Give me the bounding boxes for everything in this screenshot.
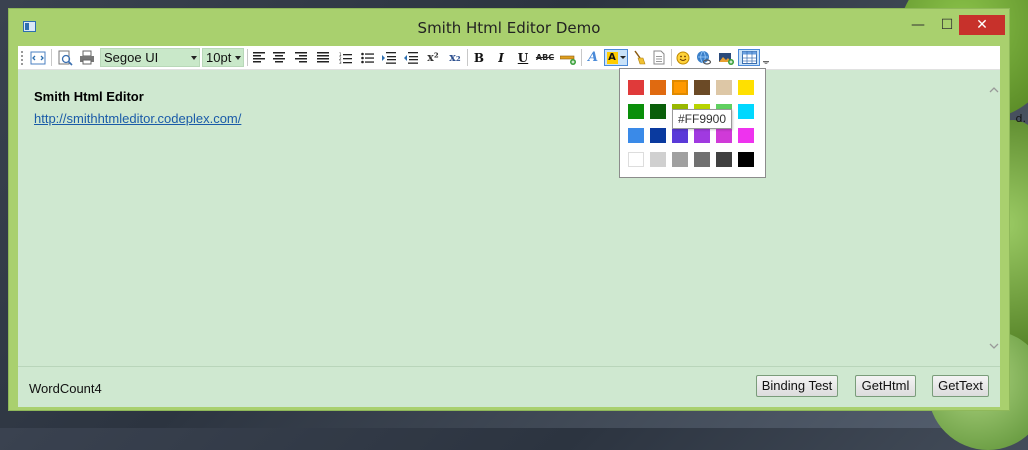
highlight-color-icon: A [606,51,618,64]
editor-hyperlink[interactable]: http://smithhtmleditor.codeplex.com/ [34,111,241,126]
toolbar-separator [51,49,52,66]
svg-text:3: 3 [339,60,342,64]
subscript-icon[interactable]: x₂ [446,49,464,66]
color-swatch[interactable] [628,104,644,119]
formatting-toolbar: Segoe UI 10pt 123 x² x₂ B I U ABC A A [18,46,1000,70]
print-icon[interactable] [76,49,98,66]
print-preview-icon[interactable] [54,49,76,66]
word-count-label: WordCount4 [29,381,102,396]
chevron-down-icon [191,56,197,60]
color-swatch[interactable] [716,128,732,143]
editor-content-area[interactable]: Smith Html Editor http://smithhtmleditor… [18,70,988,366]
bullet-list-icon[interactable] [358,49,376,66]
chevron-down-icon [235,56,241,60]
color-swatch[interactable] [694,128,710,143]
paste-text-icon[interactable] [650,49,668,66]
color-swatch[interactable] [650,104,666,119]
hyperlink-icon[interactable] [694,49,714,66]
insert-table-icon[interactable] [738,49,760,66]
font-size-value: 10pt [206,50,232,65]
toolbar-separator [581,49,582,66]
color-swatch[interactable] [650,128,666,143]
font-family-value: Segoe UI [104,50,159,65]
scroll-down-icon[interactable] [989,342,999,352]
close-button[interactable]: ✕ [959,15,1005,35]
align-right-icon[interactable] [292,49,310,66]
scroll-up-icon[interactable] [989,86,999,96]
editor-client-area: Segoe UI 10pt 123 x² x₂ B I U ABC A A Sm… [18,46,1000,407]
color-swatch[interactable] [738,152,754,167]
indent-icon[interactable] [380,49,398,66]
color-swatch[interactable] [694,152,710,167]
color-swatch[interactable] [738,80,754,95]
get-text-button[interactable]: GetText [932,375,989,397]
font-color-icon[interactable]: A [584,49,602,66]
view-source-icon[interactable] [27,49,49,66]
align-left-icon[interactable] [250,49,268,66]
editor-heading-text: Smith Html Editor [34,89,144,104]
status-footer: WordCount4 Binding Test GetHtml GetText [18,366,1000,407]
justify-icon[interactable] [314,49,332,66]
toolbar-grip[interactable] [20,49,24,66]
italic-icon[interactable]: I [492,49,510,66]
superscript-icon[interactable]: x² [424,49,442,66]
binding-test-button[interactable]: Binding Test [756,375,838,397]
color-swatch[interactable] [650,80,666,95]
horizontal-rule-icon[interactable] [558,49,578,66]
color-swatch[interactable] [628,152,644,167]
underline-icon[interactable]: U [514,49,532,66]
bold-icon[interactable]: B [470,49,488,66]
color-swatch[interactable] [628,128,644,143]
title-bar[interactable]: Smith Html Editor Demo — ☐ ✕ [9,9,1009,43]
window-title: Smith Html Editor Demo [417,19,601,37]
color-swatch[interactable] [738,104,754,119]
font-family-select[interactable]: Segoe UI [100,48,200,67]
vertical-scrollbar[interactable] [988,70,1000,366]
toolbar-separator [671,49,672,66]
strikethrough-icon[interactable]: ABC [534,49,556,66]
color-swatch[interactable] [716,152,732,167]
color-tooltip: #FF9900 [672,109,732,129]
clear-format-icon[interactable] [630,49,648,66]
toolbar-separator [467,49,468,66]
color-swatch[interactable] [628,80,644,95]
maximize-button[interactable]: ☐ [933,15,961,35]
highlight-color-button[interactable]: A [604,49,628,66]
outdent-icon[interactable] [402,49,420,66]
emoticon-icon[interactable] [674,49,692,66]
chevron-down-icon [619,56,626,59]
color-swatch[interactable] [672,128,688,143]
align-center-icon[interactable] [270,49,288,66]
color-swatch[interactable] [716,80,732,95]
color-swatch[interactable] [738,128,754,143]
color-swatch[interactable] [650,152,666,167]
insert-image-icon[interactable] [716,49,736,66]
editor-window: Smith Html Editor Demo — ☐ ✕ Segoe UI 10… [8,8,1010,411]
get-html-button[interactable]: GetHtml [855,375,916,397]
numbered-list-icon[interactable]: 123 [336,49,354,66]
toolbar-overflow-icon[interactable] [761,49,771,66]
minimize-button[interactable]: — [904,15,932,35]
color-swatch[interactable] [671,79,689,96]
color-swatch[interactable] [672,152,688,167]
desktop-icon-label: d. [1015,112,1026,125]
color-swatch[interactable] [694,80,710,95]
toolbar-separator [247,49,248,66]
font-size-select[interactable]: 10pt [202,48,244,67]
